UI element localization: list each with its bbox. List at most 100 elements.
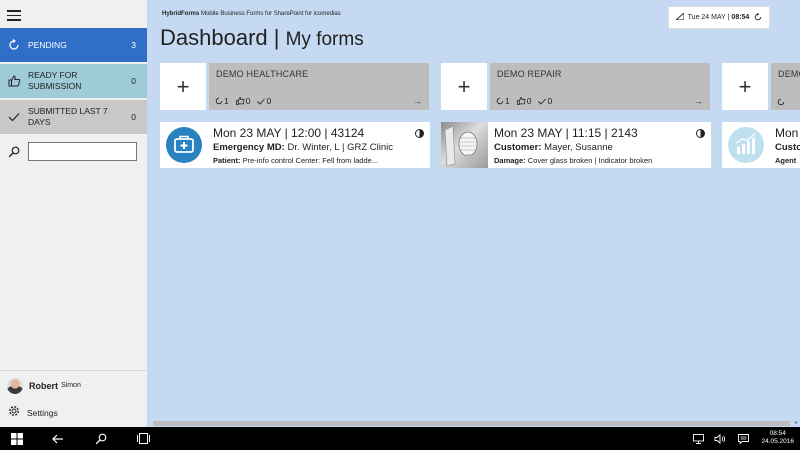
sidebar: Pending 3 Ready for submission 0 Submitt… <box>0 0 147 427</box>
form-line2: Emergency MD: Dr. Winter, L | GRZ Clinic <box>213 142 393 153</box>
form-line3-label: Agent <box>775 156 797 165</box>
search-input[interactable] <box>28 142 137 161</box>
pending-count: 1 <box>505 96 510 106</box>
nav-item-pending[interactable]: Pending 3 <box>0 28 147 62</box>
signal-icon <box>674 12 685 22</box>
form-title: Mon 23 MAY | 12:00 | 43124 <box>213 126 365 140</box>
pending-refresh-icon <box>7 38 21 52</box>
ready-count: 0 <box>526 96 532 106</box>
thumbs-up-icon <box>235 97 245 105</box>
nav-count-pending: 3 <box>131 40 136 50</box>
current-time: 08:54 <box>731 14 750 21</box>
search-icon[interactable] <box>8 145 20 163</box>
user-first-name: Robert <box>29 380 58 391</box>
pending-count: 1 <box>224 96 229 106</box>
brand-name: HybridForms <box>162 11 200 17</box>
gear-icon <box>8 404 20 422</box>
nav-item-submitted[interactable]: Submitted last 7 days 0 <box>0 100 147 134</box>
pending-icon <box>215 97 223 105</box>
thumbs-up-icon <box>7 74 21 88</box>
nav-label-pending: Pending <box>28 39 67 50</box>
nav-label-ready: Ready for submission <box>28 70 82 91</box>
form-line2: Customer: Mayer, Susanne <box>494 142 613 153</box>
half-circle-status-icon <box>415 129 424 138</box>
search-row <box>0 142 147 162</box>
settings-label: Settings <box>27 408 58 418</box>
arrow-right-icon[interactable]: → <box>413 96 422 106</box>
checkmark-icon <box>7 110 21 124</box>
add-form-third-button[interactable]: + <box>722 63 768 110</box>
project-card-repair[interactable]: DEMO REPAIR 1 0 0 → <box>490 63 710 110</box>
add-form-repair-button[interactable]: + <box>441 63 487 110</box>
title-main: Dashboard <box>160 25 268 50</box>
current-date: Tue 24 MAY | <box>687 14 730 21</box>
windows-start-icon[interactable] <box>10 431 24 446</box>
form-card-healthcare[interactable]: Mon 23 MAY | 12:00 | 43124 Emergency MD:… <box>160 122 430 168</box>
action-center-icon[interactable] <box>737 431 749 446</box>
form-line2-value: Dr. Winter, L | GRZ Clinic <box>284 142 394 153</box>
checkmark-icon <box>538 98 547 105</box>
title-separator: | <box>267 25 286 50</box>
form-line3-label: Patient: <box>213 156 241 165</box>
scrollbar-thumb[interactable] <box>153 421 790 426</box>
clock-time: 08:54 <box>769 430 786 437</box>
horizontal-scrollbar[interactable]: ▸ <box>147 419 800 427</box>
nav-item-ready-for-submission[interactable]: Ready for submission 0 <box>0 64 147 98</box>
network-icon[interactable] <box>692 431 704 446</box>
clock-date: 24.05.2016 <box>761 438 794 445</box>
project-card-third[interactable]: DEMO <box>771 63 800 110</box>
settings-button[interactable]: Settings <box>0 403 147 423</box>
form-title: Mon 23 MAY | 11:15 | 2143 <box>494 126 638 140</box>
arrow-right-icon[interactable]: → <box>694 96 703 106</box>
form-line2-label: Emergency MD: <box>213 142 285 153</box>
user-last-name: Simon <box>61 382 81 389</box>
form-card-repair[interactable]: Mon 23 MAY | 11:15 | 2143 Customer: Maye… <box>441 122 711 168</box>
project-name: DEMO HEALTHCARE <box>216 69 309 79</box>
status-datetime: Tue 24 MAY | 08:54 <box>668 6 770 29</box>
sync-refresh-icon[interactable] <box>754 12 762 23</box>
form-line3-label: Damage: <box>494 156 526 165</box>
project-stats: 1 0 0 <box>496 96 552 106</box>
brand-tagline: Mobile Business Forms for SharePoint for… <box>199 11 341 17</box>
nav-count-ready: 0 <box>131 76 136 86</box>
project-name: DEMO REPAIR <box>497 69 562 79</box>
task-view-icon[interactable] <box>136 431 150 446</box>
project-stats: 1 0 0 <box>215 96 271 106</box>
taskbar-clock[interactable]: 08:54 24.05.2016 <box>761 430 794 446</box>
volume-icon[interactable] <box>714 431 726 446</box>
back-arrow-icon[interactable] <box>51 431 65 446</box>
scroll-right-icon[interactable]: ▸ <box>795 419 798 426</box>
done-count: 0 <box>266 96 272 106</box>
project-card-healthcare[interactable]: DEMO HEALTHCARE 1 0 0 → <box>209 63 429 110</box>
form-line2-label: Custo <box>775 142 800 153</box>
done-count: 0 <box>547 96 553 106</box>
form-line2-value: Mayer, Susanne <box>541 142 613 153</box>
app-brand: HybridForms Mobile Business Forms for Sh… <box>162 11 341 17</box>
pending-icon <box>496 97 504 105</box>
medical-kit-icon <box>160 122 207 168</box>
avatar <box>7 377 23 394</box>
form-line2-label: Customer: <box>494 142 542 153</box>
title-subtitle: My forms <box>285 29 364 50</box>
search-icon[interactable] <box>94 431 108 446</box>
ready-count: 0 <box>245 96 251 106</box>
form-line3-value: Cover glass broken | Indicator broken <box>525 156 653 165</box>
hamburger-menu-icon[interactable] <box>7 10 21 21</box>
page-title: Dashboard | My forms <box>160 25 364 51</box>
thumbs-up-icon <box>516 97 526 105</box>
chart-icon <box>722 122 769 168</box>
nav-count-submitted: 0 <box>131 112 136 122</box>
form-card-third[interactable]: Mon Custo Agent <box>722 122 800 168</box>
thermostat-valve-image <box>441 122 488 168</box>
user-profile[interactable]: Robert Simon <box>0 370 147 400</box>
windows-taskbar: 08:54 24.05.2016 <box>0 427 800 450</box>
add-form-healthcare-button[interactable]: + <box>160 63 206 110</box>
project-name: DEMO <box>778 69 800 79</box>
form-line3-value: Pre-info control Center: Fell from ladde… <box>240 156 379 165</box>
form-line3: Patient: Pre-info control Center: Fell f… <box>213 156 423 165</box>
form-line3: Agent <box>775 156 800 165</box>
checkmark-icon <box>257 98 266 105</box>
pending-icon <box>777 98 785 106</box>
half-circle-status-icon <box>696 129 705 138</box>
nav-label-submitted: Submitted last 7 days <box>28 106 108 127</box>
